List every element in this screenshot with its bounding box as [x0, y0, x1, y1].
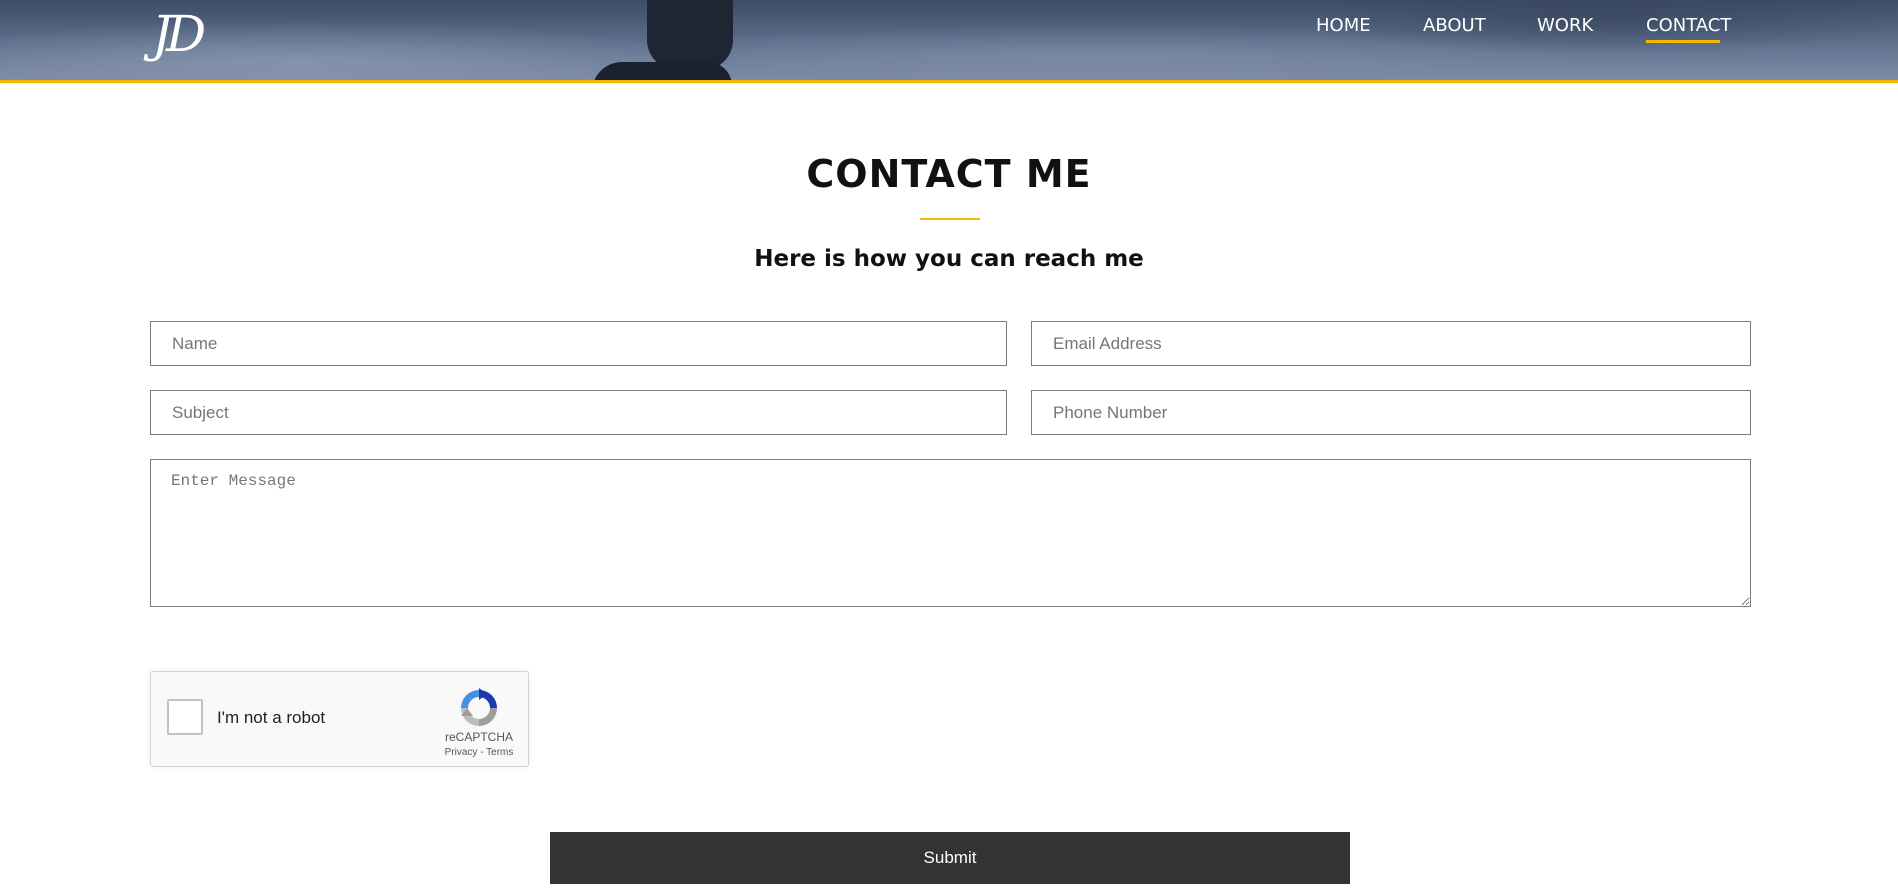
- recaptcha-links: Privacy - Terms: [441, 747, 517, 758]
- name-field[interactable]: [150, 321, 1007, 366]
- nav-about[interactable]: ABOUT: [1423, 14, 1486, 38]
- recaptcha-brand: reCAPTCHA: [444, 730, 513, 744]
- email-field[interactable]: [1031, 321, 1751, 366]
- site-header: JD HOME ABOUT WORK CONTACT: [0, 0, 1898, 83]
- page-subtitle: Here is how you can reach me: [754, 246, 1144, 272]
- submit-button[interactable]: Submit: [550, 832, 1350, 884]
- header-figure-shoulders: [592, 62, 732, 80]
- subject-field[interactable]: [150, 390, 1007, 435]
- message-field[interactable]: [150, 459, 1751, 607]
- header-background-image: [0, 0, 1898, 80]
- nav-contact[interactable]: CONTACT: [1646, 14, 1731, 38]
- recaptcha-label: I'm not a robot: [217, 708, 326, 727]
- nav-work[interactable]: WORK: [1537, 14, 1593, 38]
- nav-active-indicator: [1646, 40, 1720, 43]
- recaptcha-privacy-link[interactable]: Privacy: [445, 747, 478, 758]
- recaptcha-logo-icon: [461, 688, 497, 726]
- recaptcha-checkbox[interactable]: [167, 699, 203, 735]
- title-divider: [920, 218, 980, 220]
- site-logo[interactable]: JD: [152, 4, 236, 68]
- recaptcha-links-separator: -: [477, 747, 487, 758]
- page-title: CONTACT ME: [806, 152, 1092, 196]
- recaptcha-terms-link[interactable]: Terms: [486, 747, 513, 758]
- logo-text: JD: [152, 5, 206, 63]
- phone-field[interactable]: [1031, 390, 1751, 435]
- header-figure-silhouette: [647, 0, 733, 70]
- recaptcha-widget: I'm not a robot reCAPTCHA Privacy - Term…: [150, 671, 529, 767]
- nav-home[interactable]: HOME: [1316, 14, 1371, 38]
